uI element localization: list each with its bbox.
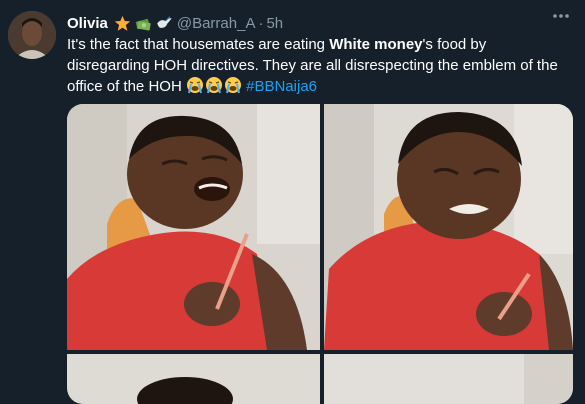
tweet-text: It's the fact that housemates are eating… [67, 35, 572, 101]
tweet-text-bold: White money [329, 36, 423, 53]
separator-dot: · [258, 14, 264, 32]
author-avatar[interactable] [8, 11, 56, 59]
author-handle[interactable]: @Barrah_A [177, 15, 256, 32]
tweet-time[interactable]: 5h [266, 15, 283, 32]
crying-boy-photo[interactable] [324, 104, 573, 350]
laughing-boy-image [67, 104, 320, 350]
crying-emoji-group [186, 76, 242, 101]
avatar-image [8, 11, 56, 59]
tweet-media-grid[interactable] [67, 104, 573, 404]
dove-emoji-icon [157, 15, 172, 28]
author-badges [114, 15, 173, 32]
author-name[interactable]: Olivia [67, 15, 108, 32]
crying-boy-image [324, 104, 573, 350]
more-dots-icon [553, 14, 569, 18]
laughing-boy-photo[interactable] [67, 104, 320, 350]
star-emoji-icon [114, 15, 131, 31]
money-emoji-icon [135, 18, 151, 31]
more-options-button[interactable] [549, 8, 573, 24]
crying-emoji-icon [186, 77, 241, 94]
tweet-header: Olivia @Barrah_A · 5h [67, 13, 585, 33]
hashtag-link[interactable]: #BBNaija6 [246, 78, 317, 95]
tweet-text-part1: It's the fact that housemates are eating [67, 36, 330, 53]
